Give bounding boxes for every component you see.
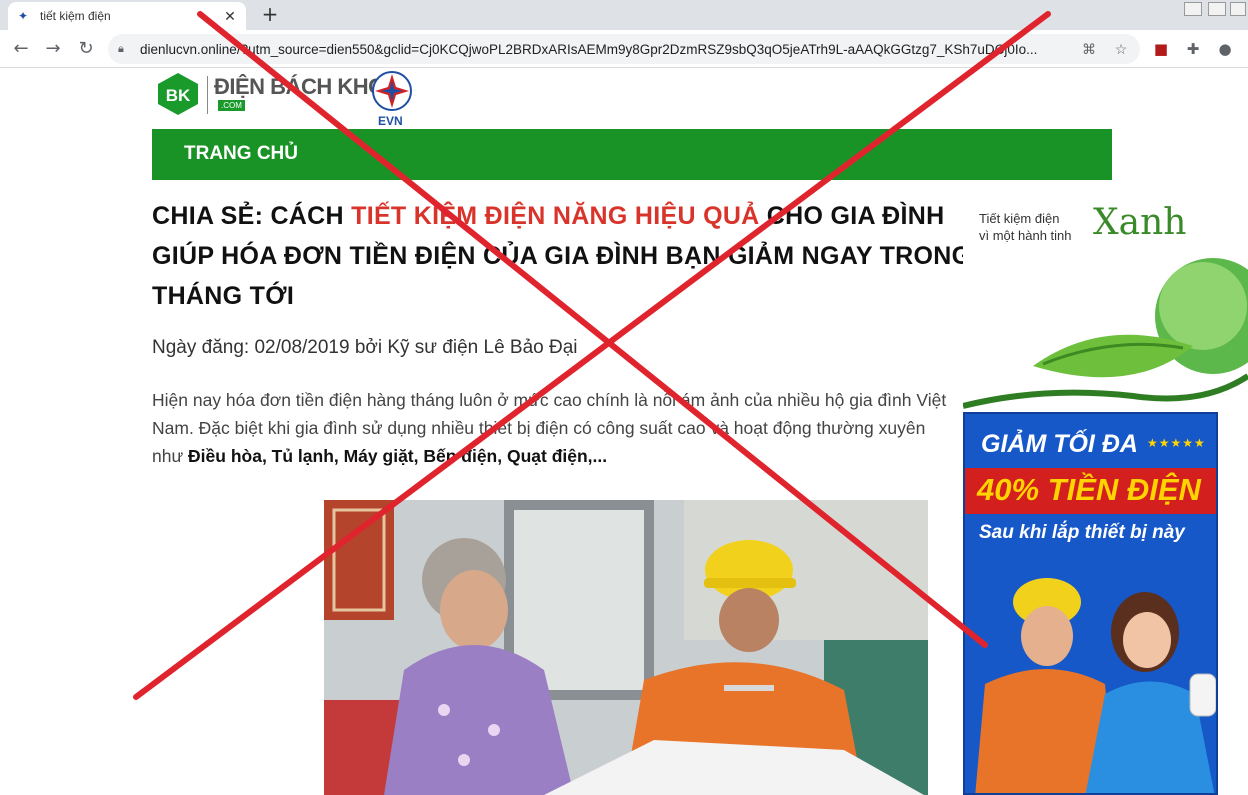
- pdf-extension-icon[interactable]: ■: [1150, 38, 1172, 60]
- evn-label: EVN: [378, 114, 403, 128]
- ad-title: GIẢM TỐI ĐA: [981, 430, 1138, 458]
- green-ad-line1: Tiết kiệm điện: [979, 211, 1060, 226]
- ad-people-illustration: [975, 578, 1216, 793]
- extensions-puzzle-icon[interactable]: ✚: [1182, 38, 1204, 60]
- svg-text:BK: BK: [166, 86, 191, 105]
- article-byline: Ngày đăng: 02/08/2019 bởi Kỹ sư điện Lê …: [152, 337, 578, 358]
- dien-bach-khoa-logo-icon[interactable]: BK: [156, 72, 200, 116]
- minimize-icon[interactable]: [1184, 2, 1202, 16]
- profile-avatar-icon[interactable]: ●: [1214, 38, 1236, 60]
- article-photo: [324, 500, 928, 795]
- url-text[interactable]: dienlucvn.online/?utm_source=dien550&gcl…: [140, 42, 1066, 57]
- article-intro: Hiện nay hóa đơn tiền điện hàng tháng lu…: [152, 386, 952, 470]
- ad-subtitle: Sau khi lắp thiết bị này: [979, 522, 1185, 543]
- ad-highlight-band: 40% TIỀN ĐIỆN: [965, 468, 1216, 514]
- main-nav: TRANG CHỦ: [152, 129, 1112, 180]
- green-ad-word: Xanh: [1093, 202, 1187, 243]
- tab-title: tiết kiệm điện: [40, 9, 111, 23]
- close-tab-icon[interactable]: ✕: [222, 8, 238, 24]
- logo-divider: [207, 76, 208, 114]
- green-ad-line2: vì một hành tinh: [979, 228, 1072, 243]
- globe-leaf-icon: [963, 258, 1248, 409]
- green-ad-tagline: Tiết kiệm điện vì một hành tinh: [979, 210, 1072, 244]
- back-arrow-icon[interactable]: ←: [10, 38, 32, 60]
- address-bar[interactable]: 🔒︎ dienlucvn.online/?utm_source=dien550&…: [108, 34, 1140, 64]
- site-favicon-icon: ✦: [17, 9, 29, 23]
- bookmark-star-icon[interactable]: ☆: [1112, 40, 1130, 58]
- forward-arrow-icon[interactable]: →: [42, 38, 64, 60]
- intro-appliances: Điều hòa, Tủ lạnh, Máy giặt, Bếp điện, Q…: [188, 446, 608, 466]
- site-domain-suffix: .COM: [218, 100, 245, 111]
- headline-highlight[interactable]: TIẾT KIỆM ĐIỆN NĂNG HIỆU QUẢ: [351, 202, 759, 230]
- translate-icon[interactable]: ⌘: [1080, 40, 1098, 58]
- web-page: BK ĐIỆN BÁCH KHOA .COM EVN TRANG CHỦ CHI…: [0, 68, 1248, 795]
- energy-saver-ad[interactable]: GIẢM TỐI ĐA ★★★★★ 40% TIỀN ĐIỆN Sau khi …: [963, 412, 1218, 795]
- reload-icon[interactable]: ↻: [75, 38, 97, 60]
- new-tab-button[interactable]: +: [258, 3, 282, 27]
- tab-strip: ✦ tiết kiệm điện ✕ +: [0, 0, 1248, 30]
- browser-toolbar: ← → ↻ 🔒︎ dienlucvn.online/?utm_source=di…: [0, 30, 1248, 68]
- green-energy-ad[interactable]: Tiết kiệm điện vì một hành tinh Xanh: [963, 186, 1248, 412]
- browser-tab[interactable]: ✦ tiết kiệm điện ✕: [8, 2, 246, 30]
- restore-icon[interactable]: [1208, 2, 1226, 16]
- article-headline: CHIA SẺ: CÁCH TIẾT KIỆM ĐIỆN NĂNG HIỆU Q…: [152, 196, 972, 316]
- nav-home-link[interactable]: TRANG CHỦ: [184, 143, 298, 165]
- rating-stars-icon: ★★★★★: [1147, 436, 1206, 450]
- lock-icon: 🔒︎: [118, 43, 124, 55]
- headline-prefix: CHIA SẺ: CÁCH: [152, 202, 352, 230]
- ad-highlight: 40% TIỀN ĐIỆN: [977, 472, 1201, 507]
- close-window-icon[interactable]: [1230, 2, 1246, 16]
